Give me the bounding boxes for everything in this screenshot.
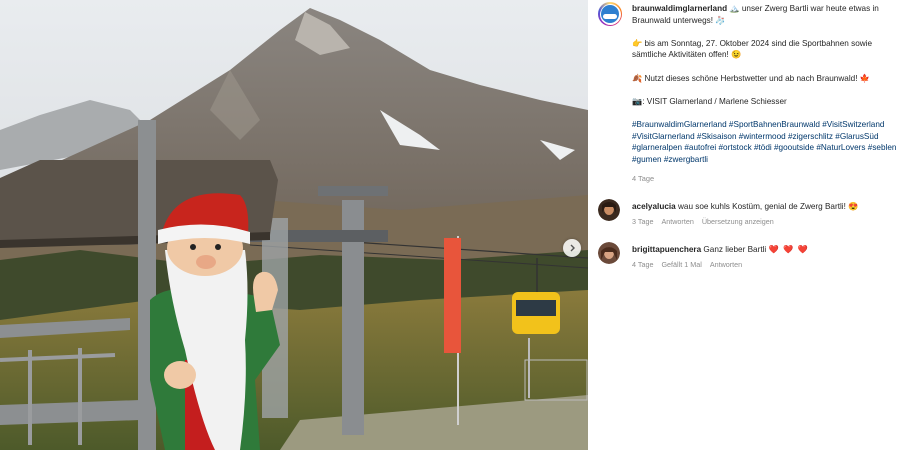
- reply-button[interactable]: Antworten: [661, 216, 693, 227]
- caption-line-2: 👉 bis am Sonntag, 27. Oktober 2024 sind …: [632, 38, 873, 60]
- heart-emojis: ❤️ ❤️ ❤️: [768, 245, 809, 254]
- braunwald-logo-icon: [601, 5, 619, 23]
- post-timestamp[interactable]: 4 Tage: [632, 173, 900, 185]
- comment-timestamp[interactable]: 3 Tage: [632, 216, 653, 227]
- mountain-scene-image: [0, 0, 588, 450]
- caption-line-4: 📷: VISIT Glarnerland / Marlene Schiesser: [632, 96, 787, 106]
- next-image-button[interactable]: [563, 239, 581, 257]
- reply-button[interactable]: Antworten: [710, 259, 742, 270]
- profile-avatar[interactable]: [598, 2, 622, 26]
- caption-hashtags[interactable]: #BraunwaldimGlarnerland #SportBahnenBrau…: [632, 119, 900, 165]
- post-caption: braunwaldimglarnerland 🏔️ unser Zwerg Ba…: [632, 3, 900, 185]
- commenter-avatar[interactable]: [598, 199, 620, 221]
- post-details-panel: braunwaldimglarnerland 🏔️ unser Zwerg Ba…: [588, 0, 900, 450]
- commenter-avatar[interactable]: [598, 242, 620, 264]
- post-username[interactable]: braunwaldimglarnerland: [632, 4, 727, 13]
- translate-button[interactable]: Übersetzung anzeigen: [702, 216, 774, 227]
- comment-username[interactable]: brigittapuenchera: [632, 245, 701, 254]
- likes-count[interactable]: Gefällt 1 Mal: [661, 259, 701, 270]
- chevron-right-icon: [570, 244, 575, 252]
- comment-text: Ganz lieber Bartli: [701, 245, 769, 254]
- comment-timestamp[interactable]: 4 Tage: [632, 259, 653, 270]
- post-photo[interactable]: [0, 0, 588, 450]
- caption-line-3: 🍂 Nutzt dieses schöne Herbstwetter und a…: [632, 73, 870, 83]
- comment-username[interactable]: acelyalucia: [632, 202, 676, 211]
- comment-text: wau soe kuhls Kostüm, genial de Zwerg Ba…: [675, 202, 859, 211]
